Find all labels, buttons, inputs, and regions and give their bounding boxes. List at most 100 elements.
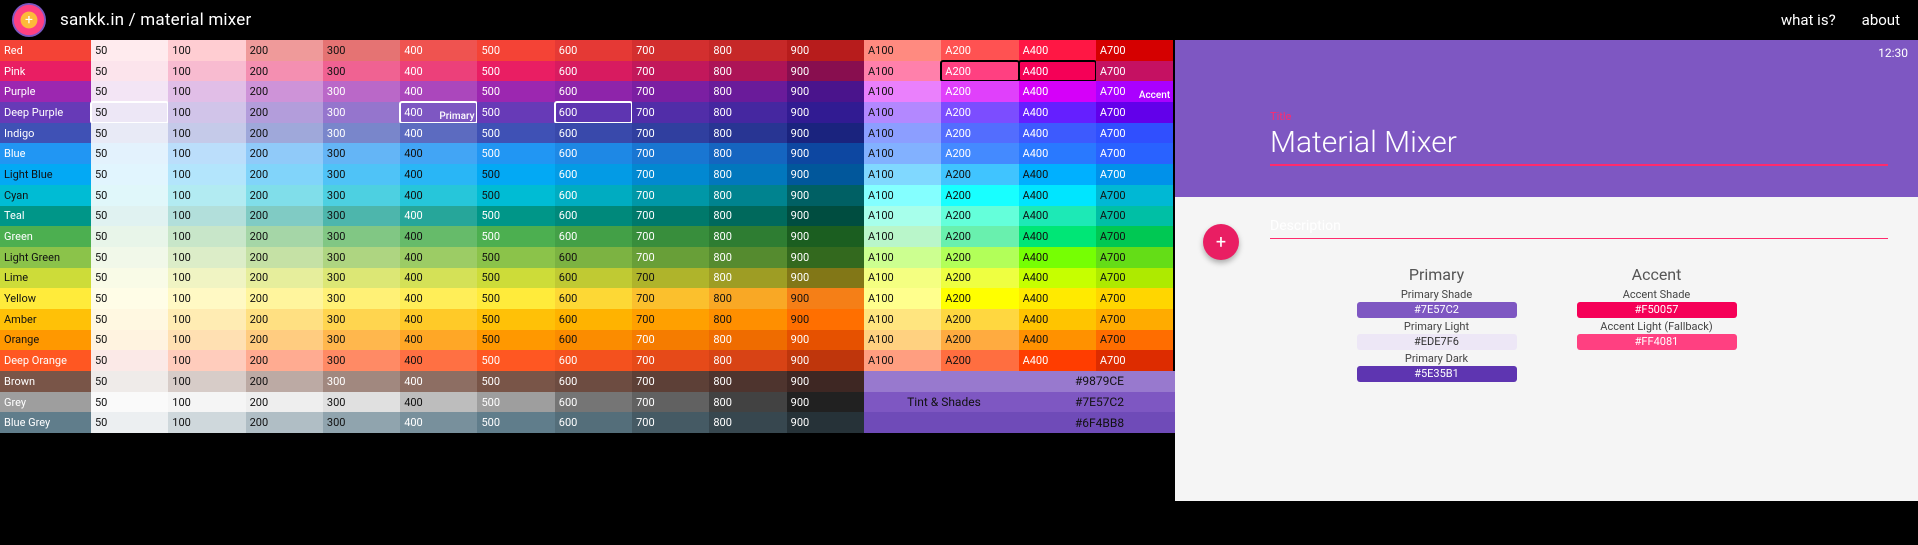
swatch[interactable]: 600 — [555, 330, 632, 351]
color-name[interactable]: Purple — [0, 81, 91, 102]
swatch[interactable]: 900 — [787, 268, 864, 289]
swatch[interactable]: 200 — [246, 164, 323, 185]
swatch[interactable]: 50 — [91, 350, 168, 371]
swatch[interactable]: 900 — [787, 392, 864, 413]
swatch[interactable]: 50 — [91, 226, 168, 247]
swatch[interactable]: A700 — [1096, 123, 1173, 144]
swatch[interactable]: 300 — [323, 164, 400, 185]
swatch[interactable]: 500 — [477, 143, 554, 164]
color-name[interactable]: Green — [0, 226, 91, 247]
swatch[interactable]: 700 — [632, 309, 709, 330]
swatch[interactable]: 800 — [709, 309, 786, 330]
swatch[interactable]: A400 — [1019, 309, 1096, 330]
swatch[interactable]: A700Accent — [1096, 81, 1173, 102]
swatch[interactable]: 400Primary — [400, 102, 477, 123]
swatch[interactable]: 400 — [400, 330, 477, 351]
swatch[interactable]: 300 — [323, 309, 400, 330]
swatch[interactable]: 700 — [632, 81, 709, 102]
swatch[interactable]: 300 — [323, 185, 400, 206]
swatch[interactable]: 50 — [91, 247, 168, 268]
swatch[interactable]: A100 — [864, 268, 941, 289]
swatch[interactable]: A700 — [1096, 185, 1173, 206]
swatch[interactable]: 500 — [477, 330, 554, 351]
swatch[interactable]: A700 — [1096, 330, 1173, 351]
swatch[interactable]: 600 — [555, 288, 632, 309]
accent-light-chip[interactable]: #FF4081 — [1577, 334, 1737, 350]
swatch[interactable]: A200 — [941, 164, 1018, 185]
swatch[interactable]: 500 — [477, 371, 554, 392]
swatch[interactable]: 800 — [709, 412, 786, 433]
swatch[interactable]: A400 — [1019, 330, 1096, 351]
swatch[interactable]: 800 — [709, 330, 786, 351]
swatch[interactable]: 800 — [709, 392, 786, 413]
swatch[interactable]: A700 — [1096, 268, 1173, 289]
swatch[interactable]: 50 — [91, 40, 168, 61]
swatch[interactable]: 100 — [168, 102, 245, 123]
swatch[interactable]: 300 — [323, 268, 400, 289]
swatch[interactable]: 700 — [632, 185, 709, 206]
swatch[interactable]: 200 — [246, 309, 323, 330]
swatch[interactable]: 500 — [477, 61, 554, 82]
nav-about[interactable]: about — [1862, 11, 1900, 29]
swatch[interactable]: 300 — [323, 61, 400, 82]
swatch[interactable]: A100 — [864, 143, 941, 164]
color-name[interactable]: Blue Grey — [0, 412, 91, 433]
swatch[interactable]: 200 — [246, 330, 323, 351]
color-name[interactable]: Light Green — [0, 247, 91, 268]
swatch[interactable]: A100 — [864, 226, 941, 247]
swatch[interactable]: 200 — [246, 412, 323, 433]
swatch[interactable]: 300 — [323, 392, 400, 413]
swatch[interactable]: 300 — [323, 226, 400, 247]
swatch[interactable]: 200 — [246, 392, 323, 413]
swatch[interactable]: 700 — [632, 330, 709, 351]
swatch[interactable]: 900 — [787, 102, 864, 123]
swatch[interactable]: 900 — [787, 330, 864, 351]
app-logo[interactable]: + — [12, 3, 46, 37]
swatch[interactable]: 50 — [91, 164, 168, 185]
primary-dark-chip[interactable]: #5E35B1 — [1357, 366, 1517, 382]
swatch[interactable]: 600 — [555, 371, 632, 392]
swatch[interactable]: 100 — [168, 123, 245, 144]
swatch[interactable]: A200 — [941, 102, 1018, 123]
swatch[interactable]: 400 — [400, 309, 477, 330]
swatch[interactable]: 100 — [168, 330, 245, 351]
color-name[interactable]: Cyan — [0, 185, 91, 206]
swatch[interactable]: 300 — [323, 288, 400, 309]
color-name[interactable]: Red — [0, 40, 91, 61]
swatch[interactable]: 600 — [555, 268, 632, 289]
swatch[interactable]: 200 — [246, 350, 323, 371]
swatch[interactable]: 300 — [323, 371, 400, 392]
swatch[interactable]: A400 — [1019, 206, 1096, 227]
swatch[interactable]: 800 — [709, 206, 786, 227]
swatch[interactable]: 800 — [709, 185, 786, 206]
swatch[interactable]: A400 — [1019, 164, 1096, 185]
swatch[interactable]: 800 — [709, 164, 786, 185]
swatch[interactable]: 400 — [400, 268, 477, 289]
swatch[interactable]: A400 — [1019, 268, 1096, 289]
swatch[interactable]: 50 — [91, 309, 168, 330]
swatch[interactable]: 100 — [168, 392, 245, 413]
swatch[interactable]: 800 — [709, 61, 786, 82]
swatch[interactable]: 100 — [168, 288, 245, 309]
swatch[interactable]: 900 — [787, 412, 864, 433]
swatch[interactable]: 400 — [400, 40, 477, 61]
swatch[interactable]: 700 — [632, 392, 709, 413]
swatch[interactable]: A200 — [941, 143, 1018, 164]
swatch[interactable]: 100 — [168, 371, 245, 392]
swatch[interactable]: A200 — [941, 330, 1018, 351]
swatch[interactable]: 700 — [632, 61, 709, 82]
swatch[interactable]: 700 — [632, 206, 709, 227]
swatch[interactable]: 100 — [168, 164, 245, 185]
swatch[interactable]: A100 — [864, 309, 941, 330]
swatch[interactable]: 600 — [555, 309, 632, 330]
nav-what-is[interactable]: what is? — [1781, 11, 1836, 29]
swatch[interactable]: A700 — [1096, 350, 1173, 371]
swatch[interactable]: 100 — [168, 81, 245, 102]
swatch[interactable]: 500 — [477, 40, 554, 61]
swatch[interactable]: A100 — [864, 185, 941, 206]
swatch[interactable]: 50 — [91, 123, 168, 144]
swatch[interactable]: 600 — [555, 350, 632, 371]
swatch[interactable]: 100 — [168, 350, 245, 371]
color-name[interactable]: Brown — [0, 371, 91, 392]
swatch[interactable]: A200 — [941, 268, 1018, 289]
